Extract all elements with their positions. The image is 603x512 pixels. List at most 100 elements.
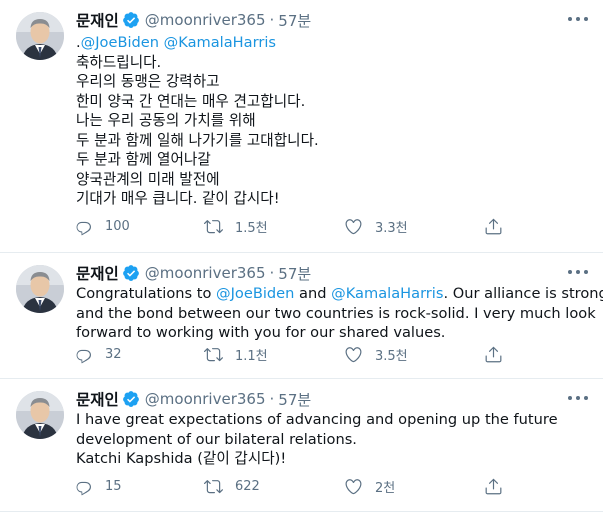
like-button[interactable]: 2천 xyxy=(344,477,395,496)
tweet-text: I have great expectations of advancing a… xyxy=(76,410,591,469)
timestamp[interactable]: 57분 xyxy=(278,263,311,284)
tweet-text-segment: 한미 양국 간 연대는 매우 견고합니다. xyxy=(76,92,306,110)
tweet-text-segment: Katchi Kapshida (같이 갑시다)! xyxy=(76,450,287,467)
retweet-count: 622 xyxy=(235,479,260,494)
reply-count: 15 xyxy=(105,479,122,494)
avatar[interactable] xyxy=(16,265,64,313)
tweet-text-segment: 나는 우리 공동의 가치를 위해 xyxy=(76,112,256,129)
avatar[interactable] xyxy=(16,12,64,60)
share-icon xyxy=(485,346,502,363)
verified-badge-icon xyxy=(122,12,139,28)
more-options-icon[interactable] xyxy=(568,265,588,279)
reply-count: 100 xyxy=(105,219,130,234)
avatar[interactable] xyxy=(16,391,64,439)
share-icon xyxy=(485,218,502,235)
share-button[interactable] xyxy=(484,217,503,236)
author-handle[interactable]: @moonriver365 xyxy=(145,390,266,408)
tweet-text-segment: 두 분과 함께 열어나갈 xyxy=(76,151,211,168)
mention-link[interactable]: @KamalaHarris xyxy=(331,285,443,302)
more-options-icon[interactable] xyxy=(568,391,588,405)
mention-link[interactable]: @JoeBiden xyxy=(216,285,294,302)
tweet[interactable]: 문재인 @moonriver365 · 57분 .@JoeBiden @Kama… xyxy=(0,0,603,253)
tweet-text: Congratulations to @JoeBiden and @Kamala… xyxy=(76,284,603,343)
tweet-text-segment: 축하드립니다. xyxy=(76,53,162,71)
tweet-line: development of our bilateral relations. xyxy=(76,430,591,450)
more-options-icon[interactable] xyxy=(568,12,588,26)
like-count: 3.5천 xyxy=(375,349,408,364)
tweet-header: 문재인 @moonriver365 · 57분 xyxy=(76,388,311,410)
tweet-line: 양국관계의 미래 발전에 xyxy=(76,170,591,190)
tweet-line: 두 분과 함께 열어나갈 xyxy=(76,150,591,170)
tweet-header: 문재인 @moonriver365 · 57분 xyxy=(76,262,311,284)
reply-button[interactable]: 15 xyxy=(74,477,122,496)
reply-icon xyxy=(76,221,91,236)
retweet-count: 1.1천 xyxy=(235,349,268,364)
like-count: 2천 xyxy=(375,481,396,496)
reply-button[interactable]: 100 xyxy=(74,217,130,236)
mention-link[interactable]: @JoeBiden xyxy=(81,34,159,51)
author-handle[interactable]: @moonriver365 xyxy=(145,11,266,29)
mention-link[interactable]: @KamalaHarris xyxy=(164,34,276,51)
verified-badge-icon xyxy=(122,391,139,407)
author-name[interactable]: 문재인 xyxy=(76,9,119,31)
reply-icon xyxy=(76,349,91,364)
share-button[interactable] xyxy=(484,477,503,496)
retweet-button[interactable]: 1.1천 xyxy=(204,345,268,364)
tweet-text-segment: I have great expectations of advancing a… xyxy=(76,411,558,428)
tweet-line: I have great expectations of advancing a… xyxy=(76,410,591,430)
tweet-text-segment: 두 분과 함께 일해 나가기를 고대합니다. xyxy=(76,131,319,149)
retweet-icon xyxy=(204,348,223,362)
separator-dot: · xyxy=(269,264,275,282)
tweet[interactable]: 문재인 @moonriver365 · 57분 Congratulations … xyxy=(0,253,603,379)
tweet-text-segment: 양국관계의 미래 발전에 xyxy=(76,170,220,188)
verified-badge-icon xyxy=(122,265,139,281)
like-button[interactable]: 3.5천 xyxy=(344,345,408,364)
tweet-header: 문재인 @moonriver365 · 57분 xyxy=(76,9,311,31)
like-icon xyxy=(345,347,362,363)
tweet-actions: 15 622 2천 xyxy=(74,477,514,501)
tweet-text-segment: Congratulations to xyxy=(76,285,217,302)
retweet-icon xyxy=(204,220,223,234)
tweet-line: 두 분과 함께 일해 나가기를 고대합니다. xyxy=(76,131,591,151)
reply-icon xyxy=(76,481,91,496)
like-icon xyxy=(345,219,362,235)
retweet-button[interactable]: 622 xyxy=(204,477,260,496)
retweet-button[interactable]: 1.5천 xyxy=(204,217,268,236)
share-icon xyxy=(485,478,502,495)
tweet-text-segment: forward to working with you for our shar… xyxy=(76,324,446,341)
tweet-text-segment: and xyxy=(294,285,332,302)
tweet-text-segment: 우리의 동맹은 강력하고 xyxy=(76,73,220,90)
tweet-line: 기대가 매우 큽니다. 같이 갑시다! xyxy=(76,189,591,209)
tweet-line: 나는 우리 공동의 가치를 위해 xyxy=(76,111,591,131)
retweet-icon xyxy=(204,480,223,494)
tweet-text: .@JoeBiden @KamalaHarris 축하드립니다. 우리의 동맹은 강… xyxy=(76,33,591,209)
tweet-text-segment: 기대가 매우 큽니다. 같이 갑시다! xyxy=(76,190,280,207)
tweet[interactable]: 문재인 @moonriver365 · 57분 I have great exp… xyxy=(0,379,603,512)
reply-count: 32 xyxy=(105,347,122,362)
tweet-line: forward to working with you for our shar… xyxy=(76,323,591,343)
like-count: 3.3천 xyxy=(375,221,408,236)
tweet-line: and the bond between our two countries i… xyxy=(76,304,596,324)
separator-dot: · xyxy=(269,11,275,29)
timestamp[interactable]: 57분 xyxy=(278,389,311,410)
retweet-count: 1.5천 xyxy=(235,221,268,236)
tweet-text-segment: development of our bilateral relations. xyxy=(76,430,357,448)
tweet-line: Congratulations to @JoeBiden and @Kamala… xyxy=(76,284,603,304)
separator-dot: · xyxy=(269,390,275,408)
tweet-line: Katchi Kapshida (같이 갑시다)! xyxy=(76,449,591,469)
like-button[interactable]: 3.3천 xyxy=(344,217,408,236)
share-button[interactable] xyxy=(484,345,503,364)
author-handle[interactable]: @moonriver365 xyxy=(145,264,266,282)
tweet-actions: 100 1.5천 3.3천 xyxy=(74,217,514,241)
tweet-text-segment: . Our alliance is strong xyxy=(443,285,603,302)
reply-button[interactable]: 32 xyxy=(74,345,122,364)
timestamp[interactable]: 57분 xyxy=(278,10,311,31)
like-icon xyxy=(345,479,362,495)
tweet-line: 한미 양국 간 연대는 매우 견고합니다. xyxy=(76,92,591,112)
author-name[interactable]: 문재인 xyxy=(76,262,119,284)
tweet-line: 축하드립니다. xyxy=(76,53,591,73)
tweet-line: .@JoeBiden @KamalaHarris xyxy=(76,33,591,53)
tweet-line: 우리의 동맹은 강력하고 xyxy=(76,72,591,92)
author-name[interactable]: 문재인 xyxy=(76,388,119,410)
tweet-text-segment: and the bond between our two countries i… xyxy=(76,304,596,322)
